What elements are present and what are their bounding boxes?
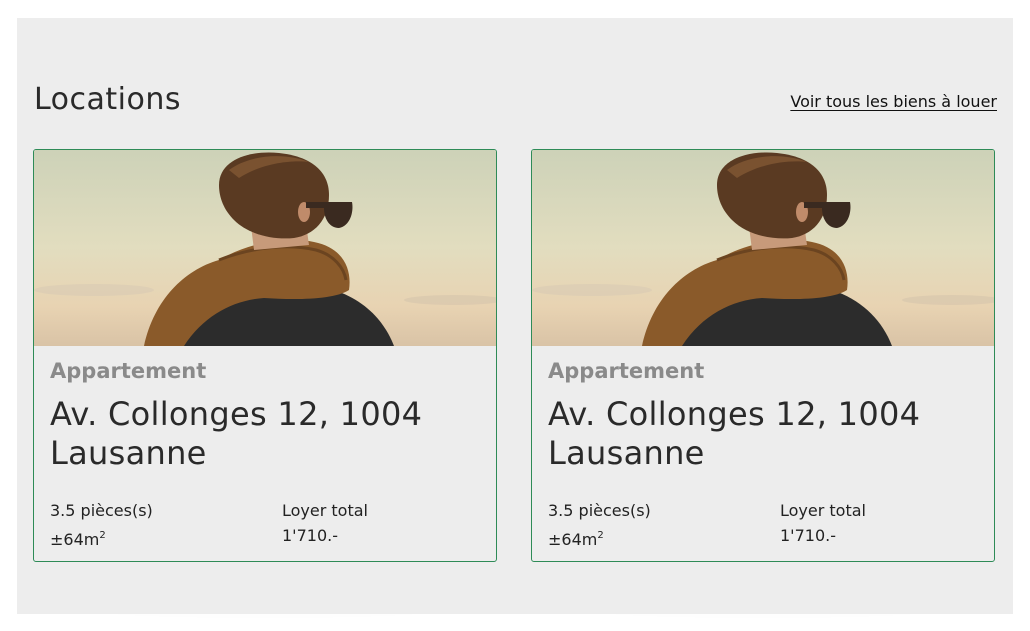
listing-card[interactable]: Appartement Av. Collonges 12, 1004 Lausa… [33,149,497,562]
rooms-count: 3.5 pièces(s) [50,501,153,520]
property-address: Av. Collonges 12, 1004 Lausanne [50,395,423,472]
rent-value: 1'710.- [282,526,338,545]
property-specs: 3.5 pièces(s) ±64m2 [50,498,153,552]
surface-area: ±64m2 [50,523,153,552]
rent-label: Loyer total [282,501,368,520]
rent-value: 1'710.- [780,526,836,545]
surface-unit-exponent: 2 [99,530,106,541]
property-specs: 3.5 pièces(s) ±64m2 [548,498,651,552]
property-type: Appartement [50,359,207,383]
surface-area: ±64m2 [548,523,651,552]
section-title: Locations [34,82,182,117]
see-all-rentals-link[interactable]: Voir tous les biens à louer [790,92,997,111]
rent-label: Loyer total [780,501,866,520]
listing-card[interactable]: Appartement Av. Collonges 12, 1004 Lausa… [531,149,995,562]
property-type: Appartement [548,359,705,383]
surface-value: ±64m [50,530,100,549]
property-rent: Loyer total 1'710.- [780,498,866,548]
listing-photo [532,150,994,346]
listing-photo [34,150,496,346]
property-address: Av. Collonges 12, 1004 Lausanne [548,395,921,472]
surface-unit-exponent: 2 [597,530,604,541]
surface-value: ±64m [548,530,598,549]
rooms-count: 3.5 pièces(s) [548,501,651,520]
listings-panel: Locations Voir tous les biens à louer Ap… [17,18,1013,614]
property-rent: Loyer total 1'710.- [282,498,368,548]
